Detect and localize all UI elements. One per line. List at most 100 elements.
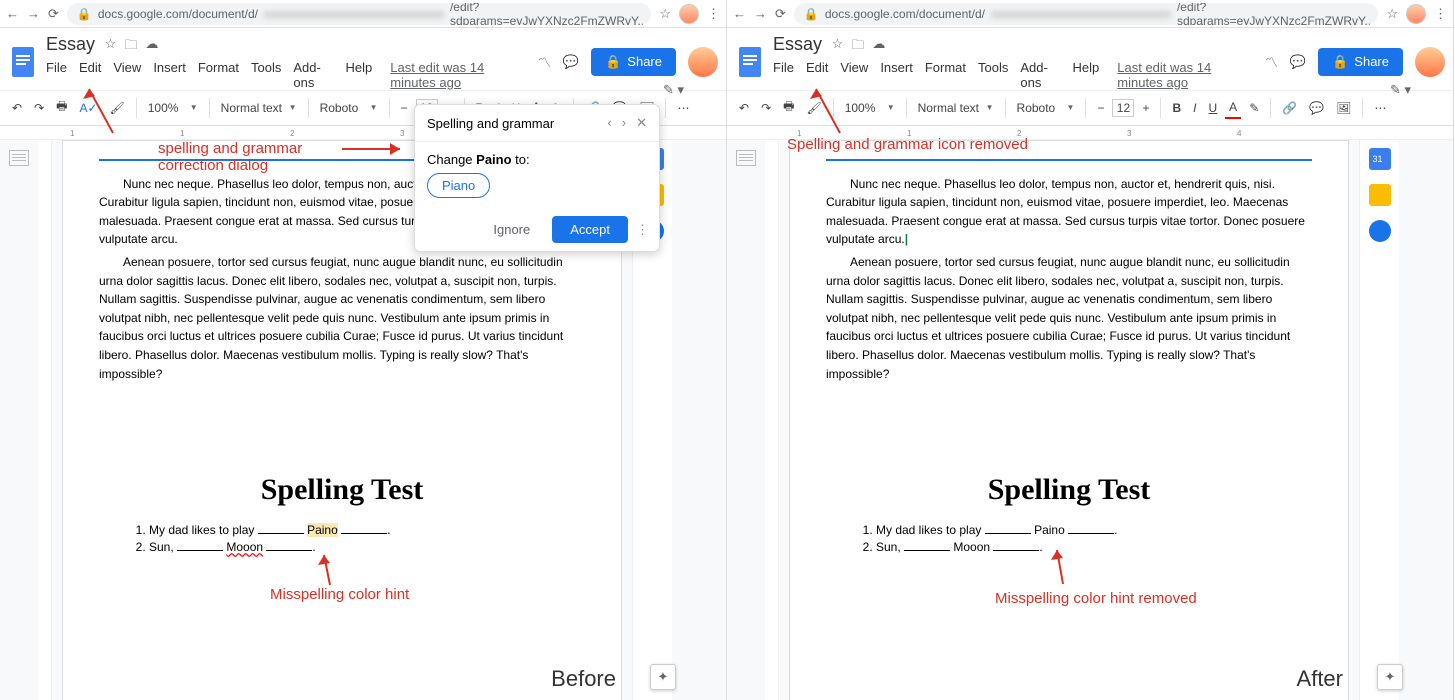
editing-mode-icon[interactable]: ✎ ▾ [663, 82, 684, 98]
kebab-icon[interactable]: ⋮ [1434, 6, 1447, 22]
paragraph-2[interactable]: Aenean posuere, tortor sed cursus feugia… [826, 253, 1312, 383]
misspelled-paino[interactable]: Paino [307, 523, 338, 537]
back-icon[interactable]: ← [6, 6, 19, 21]
profile-avatar[interactable] [679, 4, 699, 24]
docs-logo-icon[interactable] [8, 42, 38, 82]
redo-icon[interactable]: ↷ [30, 98, 48, 118]
document-title[interactable]: Essay [46, 34, 95, 54]
font-dropdown[interactable]: Roboto▼ [1013, 99, 1079, 117]
paragraph-1[interactable]: Nunc nec neque. Phasellus leo dolor, tem… [826, 175, 1312, 249]
more-options-icon[interactable]: ⋮ [636, 222, 649, 238]
vertical-ruler[interactable] [765, 140, 779, 700]
redo-icon[interactable]: ↷ [757, 98, 775, 118]
vertical-ruler[interactable] [38, 140, 52, 700]
ignore-button[interactable]: Ignore [479, 216, 544, 243]
profile-avatar[interactable] [1406, 4, 1426, 24]
address-bar[interactable]: 🔒 docs.google.com/document/d/ xxxxxxxxxx… [794, 3, 1378, 25]
menu-tools[interactable]: Tools [251, 60, 281, 90]
keep-icon[interactable] [1369, 184, 1391, 206]
lock-share-icon: 🔒 [605, 54, 621, 70]
user-avatar[interactable] [1415, 47, 1445, 77]
zoom-dropdown[interactable]: 100%▼ [144, 99, 202, 117]
share-button[interactable]: 🔒 Share [1318, 48, 1403, 76]
comment-add-icon[interactable]: 💬 [1305, 98, 1328, 118]
comments-icon[interactable]: 💬 [1290, 54, 1306, 70]
activity-icon[interactable]: 〽 [1265, 52, 1278, 71]
forward-icon[interactable]: → [754, 6, 767, 21]
menu-tools[interactable]: Tools [978, 60, 1008, 90]
style-dropdown[interactable]: Normal text▼ [914, 99, 998, 117]
accept-button[interactable]: Accept [552, 216, 628, 243]
back-icon[interactable]: ← [733, 6, 746, 21]
annotation-hint-removed: Misspelling color hint removed [995, 590, 1197, 607]
menu-file[interactable]: File [773, 60, 794, 90]
menu-help[interactable]: Help [346, 60, 373, 90]
move-icon[interactable]: 🗀 [851, 36, 864, 58]
reload-icon[interactable]: ⟳ [775, 6, 786, 22]
forward-icon[interactable]: → [27, 6, 40, 21]
menu-insert[interactable]: Insert [153, 60, 186, 90]
image-icon[interactable]: 🖼 [1332, 98, 1355, 118]
menu-insert[interactable]: Insert [880, 60, 913, 90]
star-doc-icon[interactable]: ☆ [832, 36, 844, 58]
menu-file[interactable]: File [46, 60, 67, 90]
word-paino[interactable]: Paino [1034, 523, 1065, 537]
word-mooon[interactable]: Mooon [953, 540, 990, 554]
section-heading[interactable]: Spelling Test [826, 473, 1312, 507]
misspelled-mooon[interactable]: Mooon [226, 540, 263, 554]
reload-icon[interactable]: ⟳ [48, 6, 59, 22]
star-icon[interactable]: ☆ [1386, 6, 1398, 22]
font-dropdown[interactable]: Roboto▼ [316, 99, 382, 117]
italic-icon[interactable]: I [1189, 98, 1200, 118]
print-icon[interactable]: 🖶 [779, 94, 798, 121]
outline-icon[interactable] [9, 150, 29, 166]
menu-help[interactable]: Help [1073, 60, 1100, 90]
suggestion-chip[interactable]: Piano [427, 173, 490, 198]
bold-icon[interactable]: B [1168, 98, 1185, 118]
move-icon[interactable]: 🗀 [124, 36, 137, 58]
url-suffix: /edit?sdparams=eyJwYXNzc2FmZWRvY... [1177, 3, 1375, 25]
fontsize-input[interactable]: 12 [1112, 99, 1134, 117]
explore-button[interactable]: ✦ [1377, 664, 1403, 690]
close-icon[interactable]: ✕ [636, 115, 647, 131]
last-edit[interactable]: Last edit was 14 minutes ago [390, 60, 530, 90]
fontsize-minus[interactable]: − [397, 98, 412, 118]
star-doc-icon[interactable]: ☆ [105, 36, 117, 58]
undo-icon[interactable]: ↶ [8, 98, 26, 118]
kebab-icon[interactable]: ⋮ [707, 6, 720, 22]
share-button[interactable]: 🔒 Share [591, 48, 676, 76]
highlight-icon[interactable]: ✎ [1245, 98, 1263, 118]
calendar-icon[interactable] [1369, 148, 1391, 170]
undo-icon[interactable]: ↶ [735, 98, 753, 118]
comments-icon[interactable]: 💬 [563, 54, 579, 70]
menu-format[interactable]: Format [925, 60, 966, 90]
activity-icon[interactable]: 〽 [538, 52, 551, 71]
menu-addons[interactable]: Add-ons [293, 60, 333, 90]
last-edit[interactable]: Last edit was 14 minutes ago [1117, 60, 1257, 90]
docs-logo-icon[interactable] [735, 42, 765, 82]
user-avatar[interactable] [688, 47, 718, 77]
print-icon[interactable]: 🖶 [52, 94, 71, 121]
next-icon[interactable]: › [622, 115, 626, 131]
section-heading[interactable]: Spelling Test [99, 473, 585, 507]
editing-mode-icon[interactable]: ✎ ▾ [1390, 82, 1411, 98]
textcolor-icon[interactable]: A [1225, 97, 1241, 119]
explore-button[interactable]: ✦ [650, 664, 676, 690]
prev-icon[interactable]: ‹ [607, 115, 611, 131]
underline-icon[interactable]: U [1205, 98, 1222, 118]
more-icon[interactable]: ⋯ [673, 98, 693, 118]
tasks-icon[interactable] [1369, 220, 1391, 242]
star-icon[interactable]: ☆ [659, 6, 671, 22]
address-bar[interactable]: 🔒 docs.google.com/document/d/ xxxxxxxxxx… [67, 3, 651, 25]
spelling-list[interactable]: My dad likes to play Paino . Sun, Mooon … [99, 523, 585, 554]
style-dropdown[interactable]: Normal text▼ [217, 99, 301, 117]
document-title[interactable]: Essay [773, 34, 822, 54]
fontsize-plus[interactable]: + [1138, 98, 1153, 118]
paragraph-2[interactable]: Aenean posuere, tortor sed cursus feugia… [99, 253, 585, 383]
fontsize-minus[interactable]: − [1093, 98, 1108, 118]
more-icon[interactable]: ⋯ [1370, 98, 1390, 118]
outline-icon[interactable] [736, 150, 756, 166]
menu-addons[interactable]: Add-ons [1020, 60, 1060, 90]
link-icon[interactable]: 🔗 [1278, 98, 1301, 118]
menu-format[interactable]: Format [198, 60, 239, 90]
